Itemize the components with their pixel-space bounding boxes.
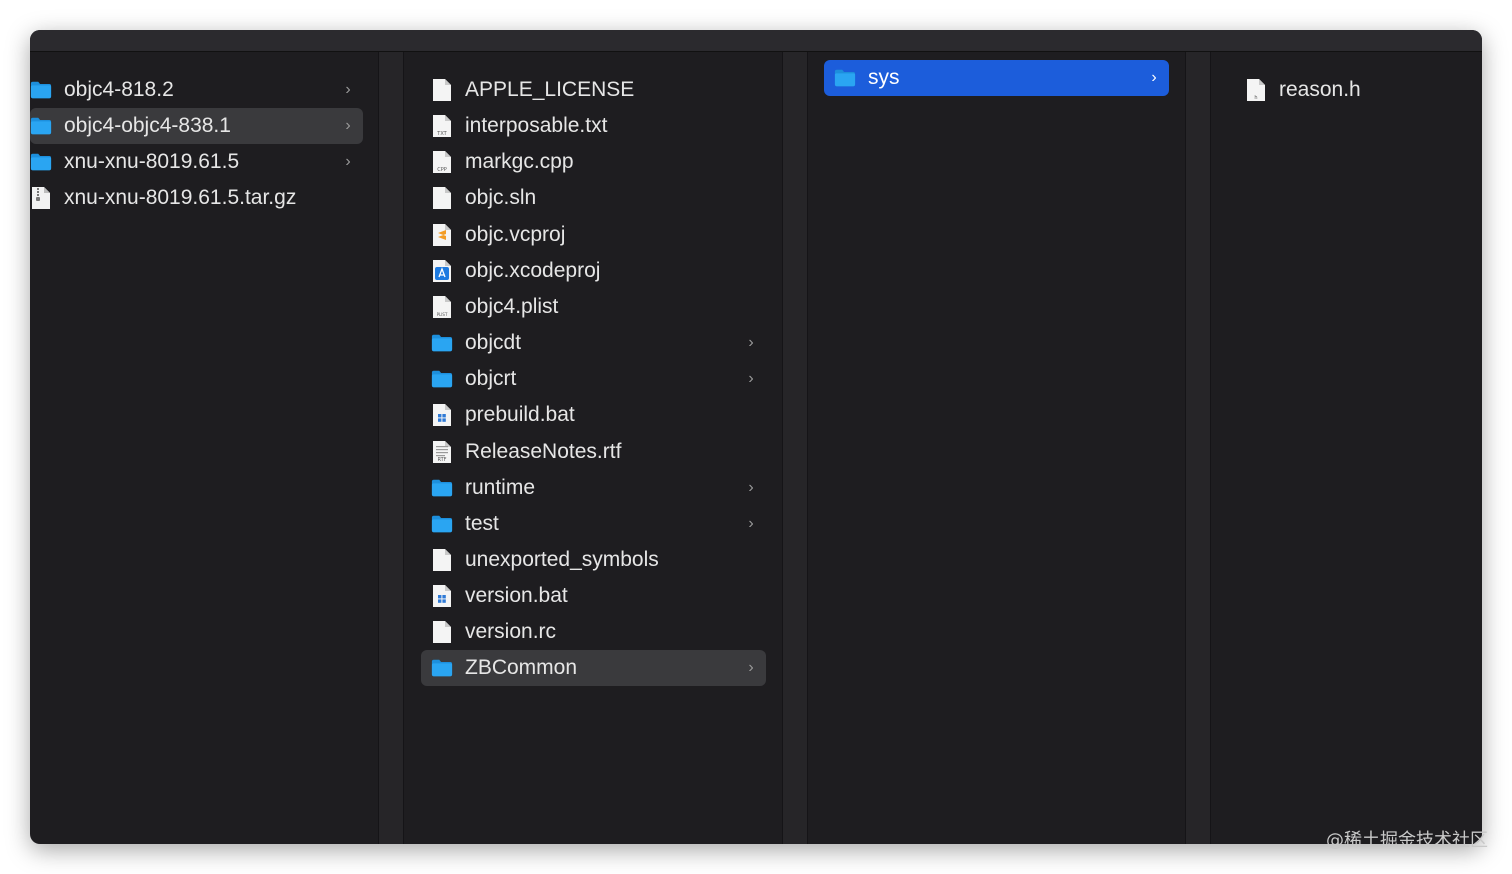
txt-file-icon: TXT xyxy=(431,114,453,138)
file-row-objc-vcproj[interactable]: objc.vcproj xyxy=(421,217,766,253)
folder-icon xyxy=(30,78,52,102)
folder-icon xyxy=(834,66,856,90)
svg-text:h: h xyxy=(1254,95,1257,101)
folder-icon xyxy=(431,331,453,355)
file-row-unexported-symbols[interactable]: unexported_symbols xyxy=(421,542,766,578)
folder-icon xyxy=(431,476,453,500)
svg-text:CPP: CPP xyxy=(437,167,447,173)
svg-text:PLIST: PLIST xyxy=(437,312,448,317)
item-label: objcrt xyxy=(465,367,517,391)
item-label: interposable.txt xyxy=(465,114,608,138)
folder-row-objcdt[interactable]: objcdt › xyxy=(421,325,766,361)
file-row-xnu-xnu-8019-61-5-tar-gz[interactable]: xnu-xnu-8019.61.5.tar.gz xyxy=(30,180,363,216)
item-label: markgc.cpp xyxy=(465,150,574,174)
folder-row-objc4-objc4-838-1[interactable]: objc4-objc4-838.1 › xyxy=(30,108,363,145)
item-label: xnu-xnu-8019.61.5 xyxy=(64,150,240,174)
item-label: APPLE_LICENSE xyxy=(465,78,635,101)
item-label: objc4-818.2 xyxy=(64,78,174,101)
plist-file-icon: PLIST xyxy=(431,295,453,319)
item-label: objc4-objc4-838.1 xyxy=(64,114,231,138)
column-4[interactable]: h reason.h xyxy=(1211,52,1482,844)
chevron-right-icon: › xyxy=(345,153,351,171)
item-label: reason.h xyxy=(1279,78,1361,101)
item-label: xnu-xnu-8019.61.5.tar.gz xyxy=(64,186,297,210)
column-resize-divider-3[interactable] xyxy=(1185,52,1211,844)
folder-icon xyxy=(30,114,52,138)
document-icon xyxy=(431,548,453,572)
item-label: objc4.plist xyxy=(465,294,559,318)
file-row-markgc-cpp[interactable]: CPP markgc.cpp xyxy=(421,144,766,180)
xcodeproj-icon xyxy=(431,259,453,283)
finder-window: objc4-818.2 › objc4-objc4-838.1 › xnu-xnu-80… xyxy=(30,30,1482,844)
file-row-objc-sln[interactable]: objc.sln xyxy=(421,180,766,216)
folder-row-objcrt[interactable]: objcrt › xyxy=(421,361,766,397)
file-row-prebuild-bat[interactable]: prebuild.bat xyxy=(421,397,766,433)
column-resize-divider-1[interactable] xyxy=(378,52,404,844)
document-icon xyxy=(431,78,453,102)
folder-row-test[interactable]: test › xyxy=(421,506,766,542)
chevron-right-icon: › xyxy=(748,370,754,388)
document-icon xyxy=(431,186,453,210)
chevron-right-icon: › xyxy=(748,334,754,352)
folder-icon xyxy=(30,150,52,174)
column-3[interactable]: sys › xyxy=(808,52,1185,844)
column-2[interactable]: APPLE_LICENSE TXT interposable.txt CPP markg… xyxy=(404,52,782,844)
column-resize-divider-2[interactable] xyxy=(782,52,808,844)
column-1[interactable]: objc4-818.2 › objc4-objc4-838.1 › xnu-xnu-80… xyxy=(30,52,378,844)
window-toolbar xyxy=(30,30,1482,52)
svg-text:RTF: RTF xyxy=(437,457,446,463)
folder-icon xyxy=(431,512,453,536)
item-label: prebuild.bat xyxy=(465,403,575,427)
item-label: objcdt xyxy=(465,331,522,355)
item-label: objc.sln xyxy=(465,186,537,210)
file-row-interposable-txt[interactable]: TXT interposable.txt xyxy=(421,108,766,144)
file-row-apple-license[interactable]: APPLE_LICENSE xyxy=(421,72,766,108)
chevron-right-icon: › xyxy=(748,478,754,496)
item-label: version.rc xyxy=(465,620,557,644)
file-row-releasenotes-rtf[interactable]: RTF ReleaseNotes.rtf xyxy=(421,434,766,470)
folder-icon xyxy=(431,656,453,680)
item-label: version.bat xyxy=(465,584,568,608)
cpp-file-icon: CPP xyxy=(431,150,453,174)
file-row-version-bat[interactable]: version.bat xyxy=(421,578,766,614)
chevron-right-icon: › xyxy=(345,81,351,98)
folder-row-objc4-818-2[interactable]: objc4-818.2 › xyxy=(30,72,363,108)
item-label: objc.vcproj xyxy=(465,222,566,246)
sublime-file-icon xyxy=(431,223,453,247)
item-label: test xyxy=(465,511,499,535)
file-row-objc-xcodeproj[interactable]: objc.xcodeproj xyxy=(421,253,766,289)
item-label: ZBCommon xyxy=(465,656,578,680)
file-row-objc4-plist[interactable]: PLIST objc4.plist xyxy=(421,289,766,325)
rtf-file-icon: RTF xyxy=(431,440,453,464)
document-icon xyxy=(431,620,453,644)
chevron-right-icon: › xyxy=(748,514,754,532)
folder-row-runtime[interactable]: runtime › xyxy=(421,470,766,506)
chevron-right-icon: › xyxy=(748,659,754,677)
file-row-reason-h[interactable]: h reason.h xyxy=(1235,72,1465,108)
bat-file-icon xyxy=(431,584,453,608)
item-label: objc.xcodeproj xyxy=(465,258,601,282)
archive-file-icon xyxy=(30,186,52,210)
watermark: @稀土掘金技术社区 xyxy=(1326,830,1488,851)
folder-icon xyxy=(431,367,453,391)
chevron-right-icon: › xyxy=(1151,69,1157,86)
folder-row-sys[interactable]: sys › xyxy=(824,60,1169,96)
item-label: sys xyxy=(868,66,900,89)
bat-file-icon xyxy=(431,403,453,427)
item-label: runtime xyxy=(465,475,536,499)
item-label: ReleaseNotes.rtf xyxy=(465,439,622,463)
file-row-version-rc[interactable]: version.rc xyxy=(421,614,766,650)
chevron-right-icon: › xyxy=(345,117,351,135)
folder-row-xnu-xnu-8019-61-5[interactable]: xnu-xnu-8019.61.5 › xyxy=(30,144,363,180)
item-label: unexported_symbols xyxy=(465,547,659,571)
folder-row-zbcommon[interactable]: ZBCommon › xyxy=(421,650,766,687)
svg-text:TXT: TXT xyxy=(436,131,447,137)
h-file-icon: h xyxy=(1245,78,1267,102)
